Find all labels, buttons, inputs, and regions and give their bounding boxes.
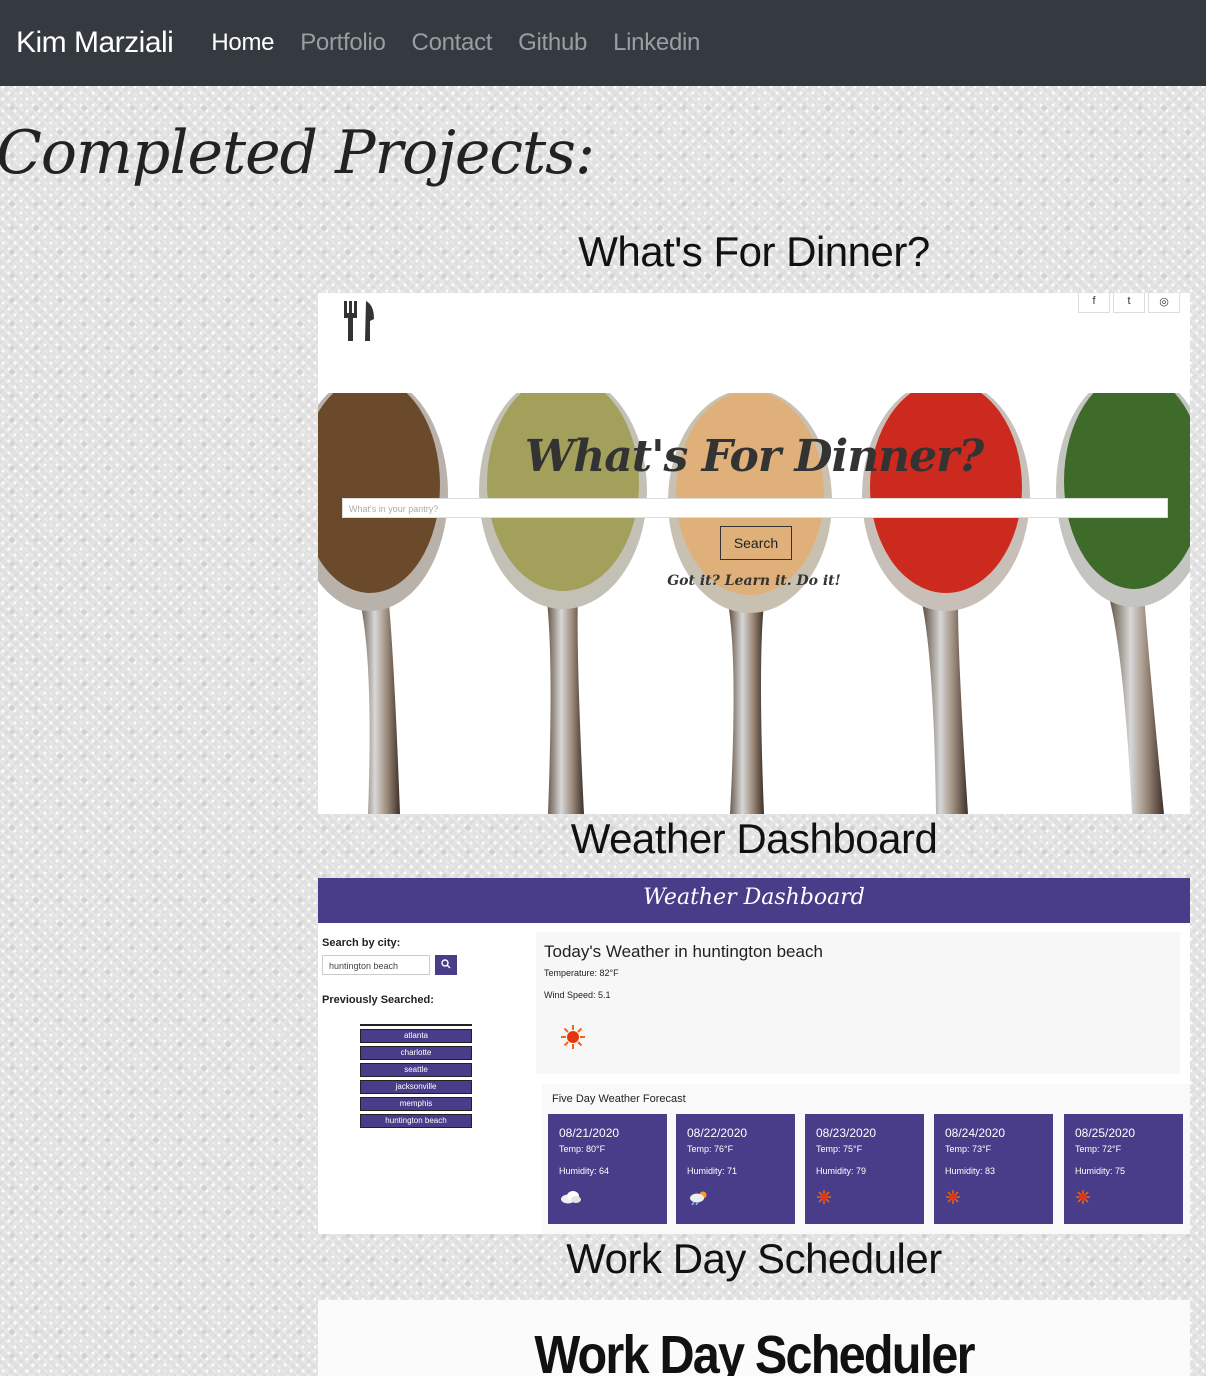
brand-link[interactable]: Kim Marziali xyxy=(16,26,174,60)
sun-icon xyxy=(1076,1190,1090,1209)
twitter-icon[interactable]: t xyxy=(1113,293,1145,313)
dinner-tagline: Got it? Learn it. Do it! xyxy=(667,573,841,589)
scheduler-screenshot[interactable]: Work Day Scheduler xyxy=(318,1300,1190,1376)
forecast-humidity: Humidity: 75 xyxy=(1075,1166,1126,1176)
forecast-temp: Temp: 72°F xyxy=(1075,1144,1122,1154)
fork-knife-icon xyxy=(342,299,376,346)
forecast-title: Five Day Weather Forecast xyxy=(552,1093,686,1105)
pantry-input[interactable]: What's in your pantry? xyxy=(342,498,1168,518)
today-temperature: Temperature: 82°F xyxy=(544,968,619,978)
project-title-scheduler: Work Day Scheduler xyxy=(566,1235,942,1282)
social-icons: f t ◎ xyxy=(1078,293,1180,313)
cloud-icon xyxy=(560,1190,582,1209)
prev-city-button[interactable]: seattle xyxy=(360,1063,472,1077)
scheduler-hero-title: Work Day Scheduler xyxy=(534,1325,975,1376)
forecast-date: 08/23/2020 xyxy=(816,1126,877,1140)
today-weather-card: Today's Weather in huntington beach Temp… xyxy=(536,932,1180,1074)
forecast-temp: Temp: 75°F xyxy=(816,1144,863,1154)
today-wind: Wind Speed: 5.1 xyxy=(544,990,611,1000)
nav-link-portfolio[interactable]: Portfolio xyxy=(300,29,386,57)
today-weather-title: Today's Weather in huntington beach xyxy=(544,942,823,961)
instagram-icon[interactable]: ◎ xyxy=(1148,293,1180,313)
dinner-screenshot[interactable]: f t ◎ What's For Dinner? What's in your … xyxy=(318,293,1190,814)
forecast-humidity: Humidity: 64 xyxy=(559,1166,610,1176)
prev-city-button[interactable]: jacksonville xyxy=(360,1080,472,1094)
nav-link-contact[interactable]: Contact xyxy=(412,29,493,57)
search-icon xyxy=(441,959,451,971)
navbar: Kim Marziali Home Portfolio Contact Gith… xyxy=(0,0,1206,86)
forecast-card: 08/25/2020 Temp: 72°F Humidity: 75 xyxy=(1064,1114,1183,1224)
forecast-card: 08/21/2020 Temp: 80°F Humidity: 64 xyxy=(548,1114,667,1224)
forecast-humidity: Humidity: 71 xyxy=(687,1166,738,1176)
dinner-hero-title: What's For Dinner? xyxy=(524,431,984,482)
forecast-card: 08/24/2020 Temp: 73°F Humidity: 83 xyxy=(934,1114,1053,1224)
storm-cloud-icon xyxy=(688,1190,710,1211)
dinner-search-button[interactable]: Search xyxy=(720,526,792,560)
forecast-date: 08/24/2020 xyxy=(945,1126,1006,1140)
nav-link-linkedin[interactable]: Linkedin xyxy=(613,29,700,57)
city-search-input[interactable]: huntington beach xyxy=(322,955,430,975)
nav-link-github[interactable]: Github xyxy=(518,29,587,57)
page-heading: Completed Projects: xyxy=(0,118,595,188)
forecast-humidity: Humidity: 79 xyxy=(816,1166,867,1176)
forecast-date: 08/21/2020 xyxy=(559,1126,620,1140)
project-title-dinner: What's For Dinner? xyxy=(578,228,930,275)
forecast-temp: Temp: 80°F xyxy=(559,1144,606,1154)
search-by-city-label: Search by city: xyxy=(322,937,401,949)
forecast-card: 08/22/2020 Temp: 76°F Humidity: 71 xyxy=(676,1114,795,1224)
city-search-button[interactable] xyxy=(435,955,457,975)
forecast-temp: Temp: 73°F xyxy=(945,1144,992,1154)
prev-city-button[interactable]: huntington beach xyxy=(360,1114,472,1128)
sun-icon xyxy=(560,1024,586,1055)
weather-screenshot[interactable]: Weather Dashboard Search by city: huntin… xyxy=(318,878,1190,1234)
prev-city-button[interactable]: memphis xyxy=(360,1097,472,1111)
weather-header: Weather Dashboard xyxy=(318,878,1190,923)
forecast-date: 08/25/2020 xyxy=(1075,1126,1136,1140)
sun-icon xyxy=(817,1190,831,1209)
forecast-date: 08/22/2020 xyxy=(687,1126,748,1140)
forecast-section: Five Day Weather Forecast 08/21/2020 Tem… xyxy=(542,1084,1190,1234)
forecast-temp: Temp: 76°F xyxy=(687,1144,734,1154)
forecast-card: 08/23/2020 Temp: 75°F Humidity: 79 xyxy=(805,1114,924,1224)
forecast-humidity: Humidity: 83 xyxy=(945,1166,996,1176)
previously-searched-label: Previously Searched: xyxy=(322,994,434,1006)
facebook-icon[interactable]: f xyxy=(1078,293,1110,313)
previous-search-list: atlanta charlotte seattle jacksonville m… xyxy=(360,1024,472,1128)
prev-city-button[interactable]: atlanta xyxy=(360,1029,472,1043)
prev-city-button[interactable]: charlotte xyxy=(360,1046,472,1060)
project-title-weather: Weather Dashboard xyxy=(570,815,938,862)
nav-link-home[interactable]: Home xyxy=(211,29,274,57)
sun-icon xyxy=(946,1190,960,1209)
